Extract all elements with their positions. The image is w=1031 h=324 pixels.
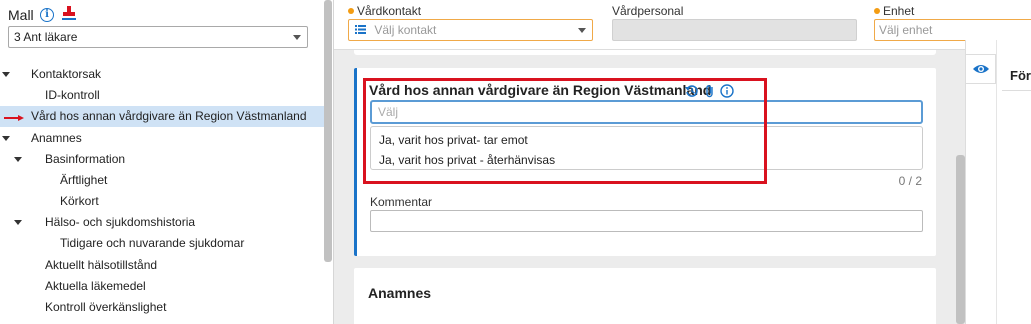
- caret-down-icon[interactable]: [14, 157, 22, 162]
- tree-item-label: Ärftlighet: [60, 173, 108, 187]
- tree-item-label: Aktuella läkemedel: [45, 279, 146, 293]
- tree-item-kontroll-overkanslighet[interactable]: Kontroll överkänslighet: [0, 297, 324, 318]
- tree-item-aktuellt-halsotillstand[interactable]: Aktuellt hälsotillstånd: [0, 255, 324, 276]
- section-title: Anamnes: [368, 285, 432, 301]
- tree-item-vard-hos-annan-vardgivare[interactable]: Vård hos annan vårdgivare än Region Väst…: [0, 106, 324, 127]
- tree-item-korkort[interactable]: Körkort: [0, 191, 324, 212]
- tree-item-label: ID-kontroll: [45, 88, 100, 102]
- tree-item-label: Körkort: [60, 194, 99, 208]
- chevron-down-icon: [578, 28, 586, 33]
- section-card-anamnes: Anamnes: [354, 268, 936, 324]
- tree-item-label: Aktuellt hälsotillstånd: [45, 258, 158, 272]
- caret-down-icon[interactable]: [2, 136, 10, 141]
- section-card-vard-hos-annan: Vård hos annan vårdgivare än Region Väst…: [354, 68, 936, 256]
- highlight-rectangle: [363, 78, 767, 184]
- stamp-icon[interactable]: [62, 6, 76, 22]
- eye-icon: [973, 65, 989, 73]
- info-icon[interactable]: i: [40, 8, 54, 22]
- journal-main: Vårdkontakt Välj kontakt Vårdpersonal En…: [334, 0, 1031, 324]
- required-dot: [348, 7, 354, 14]
- template-title: Mall: [8, 7, 34, 23]
- vardkontakt-select[interactable]: Välj kontakt: [348, 19, 593, 41]
- tree-item-label: Hälso- och sjukdomshistoria: [45, 215, 196, 229]
- chevron-down-icon: [293, 35, 301, 40]
- vardkontakt-label: Vårdkontakt: [348, 4, 421, 18]
- comment-label: Kommentar: [370, 195, 433, 209]
- tree-item-label: Kontroll överkänslighet: [45, 300, 167, 314]
- enhet-select[interactable]: Välj enhet: [874, 19, 1031, 41]
- tree-item-label: Tidigare och nuvarande sjukdomar: [60, 236, 245, 250]
- main-scrollbar[interactable]: [956, 155, 965, 324]
- template-select-value: 3 Ant läkare: [14, 30, 78, 44]
- tree-item-label: Kontaktorsak: [31, 67, 102, 81]
- required-dot: [874, 7, 880, 14]
- tree-scrollbar[interactable]: [324, 0, 332, 262]
- tree-item-aktuella-lakemedel[interactable]: Aktuella läkemedel: [0, 276, 324, 297]
- vardkontakt-placeholder: Välj kontakt: [374, 23, 437, 37]
- selection-counter: 0 / 2: [898, 174, 922, 188]
- comment-input[interactable]: [370, 210, 923, 232]
- side-panel-title: Förh: [1010, 68, 1031, 83]
- enhet-placeholder: Välj enhet: [879, 23, 933, 37]
- panel-divider: [996, 40, 997, 324]
- template-panel: Mall i 3 Ant läkare Kontaktorsak ID-kont…: [0, 0, 334, 324]
- tree-item-label: Basinformation: [45, 152, 126, 166]
- list-icon: [355, 25, 366, 34]
- tree-item-tidigare-sjukdomar[interactable]: Tidigare och nuvarande sjukdomar: [0, 233, 324, 254]
- template-select[interactable]: 3 Ant läkare: [8, 26, 308, 48]
- tree-item-label: Vård hos annan vårdgivare än Region Väst…: [31, 109, 307, 123]
- arrow-right-icon: [4, 115, 24, 121]
- divider: [1002, 90, 1031, 91]
- preview-tab[interactable]: [966, 54, 996, 84]
- header-bar: Vårdkontakt Välj kontakt Vårdpersonal En…: [334, 0, 1031, 50]
- tree-item-halso-och-sjukdomshistoria[interactable]: Hälso- och sjukdomshistoria: [0, 212, 324, 233]
- tree-item-id-kontroll[interactable]: ID-kontroll: [0, 85, 324, 106]
- caret-down-icon[interactable]: [2, 72, 10, 77]
- tree-item-anamnes[interactable]: Anamnes: [0, 128, 324, 149]
- enhet-label: Enhet: [874, 4, 914, 18]
- tree-item-label: Anamnes: [31, 131, 82, 145]
- side-panel: Förh: [965, 40, 1031, 324]
- tree-item-arftlighet[interactable]: Ärftlighet: [0, 170, 324, 191]
- previous-card-edge: [354, 50, 936, 55]
- vardpersonal-field: [612, 19, 857, 41]
- tree-item-basinformation[interactable]: Basinformation: [0, 149, 324, 170]
- tree-item-kontaktorsak[interactable]: Kontaktorsak: [0, 64, 324, 85]
- caret-down-icon[interactable]: [14, 220, 22, 225]
- vardpersonal-label: Vårdpersonal: [612, 4, 684, 18]
